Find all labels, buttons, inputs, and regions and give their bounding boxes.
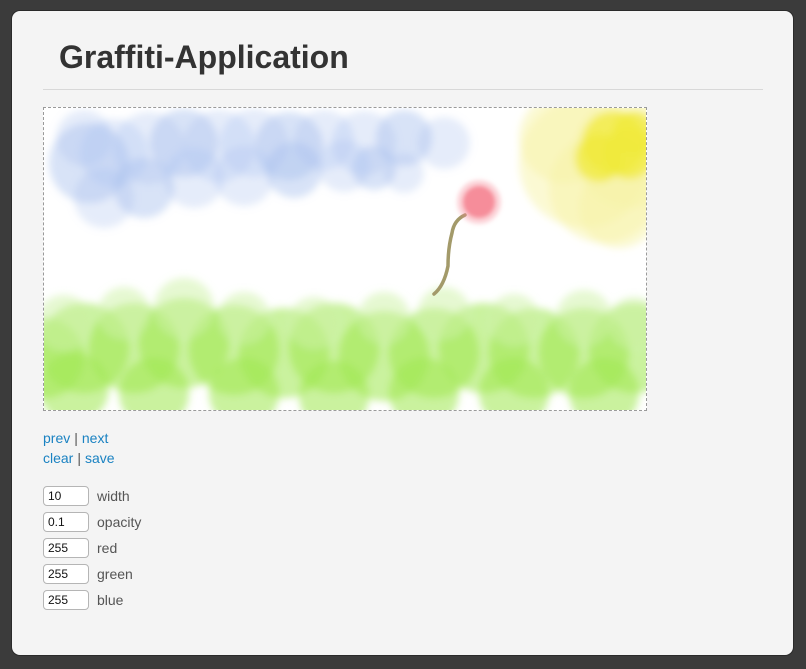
width-label: width: [97, 488, 130, 504]
separator: |: [74, 430, 78, 446]
paint-dab: [288, 297, 340, 349]
nav-row-1: prev | next: [43, 428, 115, 448]
next-link[interactable]: next: [82, 430, 108, 446]
red-label: red: [97, 540, 118, 556]
paint-dab: [56, 110, 112, 166]
paint-dab: [114, 158, 174, 218]
width-input[interactable]: [43, 486, 89, 506]
paint-dab: [488, 294, 540, 346]
clear-link[interactable]: clear: [43, 450, 73, 466]
green-input[interactable]: [43, 564, 89, 584]
title-divider: [43, 89, 763, 90]
main-panel: Graffiti-Application prev | next clear | sav…: [12, 11, 793, 655]
red-input[interactable]: [43, 538, 89, 558]
control-red: red: [43, 535, 141, 561]
brush-controls: width opacity red green blue: [43, 483, 141, 613]
canvas-navigation: prev | next clear | save: [43, 428, 115, 468]
paint-dab: [218, 292, 270, 344]
drawing-canvas[interactable]: [43, 107, 647, 411]
control-green: green: [43, 561, 141, 587]
canvas-drawing: [44, 108, 646, 410]
control-width: width: [43, 483, 141, 509]
paint-dab: [418, 287, 470, 339]
green-label: green: [97, 566, 133, 582]
paint-dab: [214, 146, 274, 206]
nav-row-2: clear | save: [43, 448, 115, 468]
blue-label: blue: [97, 592, 124, 608]
opacity-label: opacity: [97, 514, 142, 530]
balloon-string: [432, 213, 467, 296]
sky-clouds: [49, 109, 470, 228]
paint-dab: [463, 186, 495, 218]
paint-dab: [358, 292, 410, 344]
opacity-input[interactable]: [43, 512, 89, 532]
separator: |: [77, 450, 81, 466]
paint-dab: [418, 117, 470, 169]
paint-dab: [556, 290, 612, 346]
sun: [519, 108, 646, 248]
control-opacity: opacity: [43, 509, 141, 535]
paint-dab: [384, 153, 424, 193]
blue-input[interactable]: [43, 590, 89, 610]
balloon: [457, 180, 501, 224]
paint-dab: [98, 287, 150, 339]
page-title: Graffiti-Application: [59, 39, 349, 75]
save-link[interactable]: save: [85, 450, 115, 466]
control-blue: blue: [43, 587, 141, 613]
grass: [44, 278, 646, 410]
paint-dab: [154, 278, 214, 338]
paint-dab: [266, 142, 322, 198]
prev-link[interactable]: prev: [43, 430, 70, 446]
